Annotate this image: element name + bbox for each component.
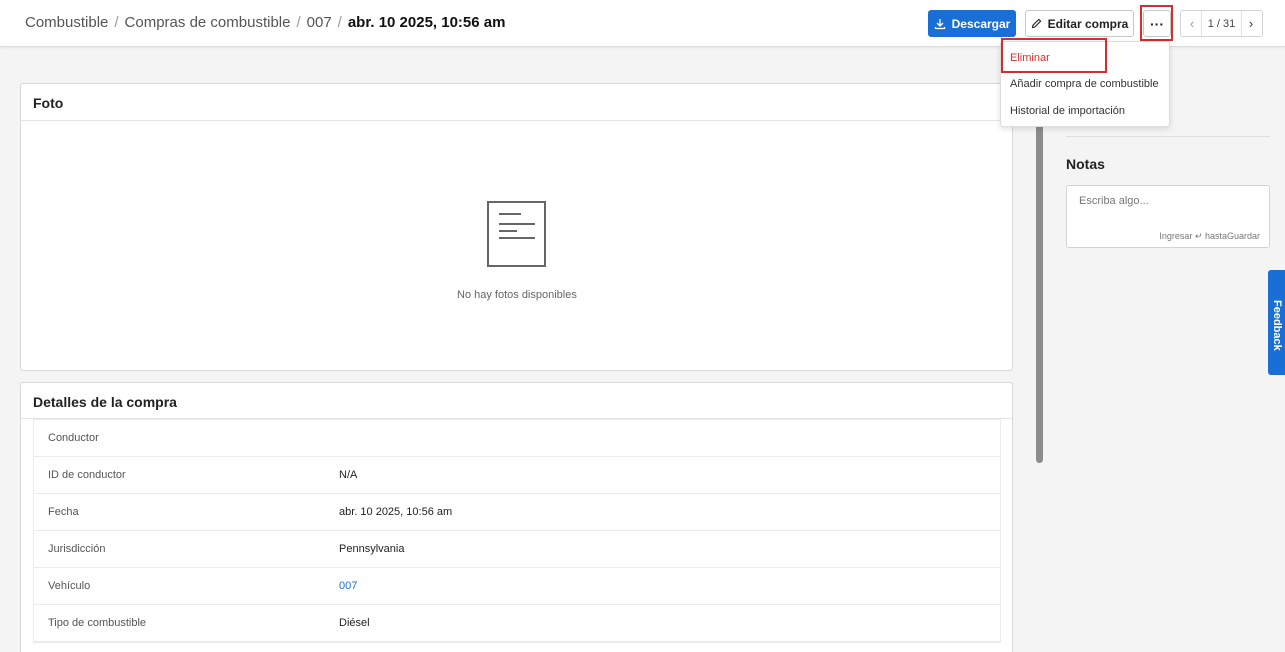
pagination: ‹ 1 / 31 › (1180, 10, 1263, 37)
menu-item-import-history[interactable]: Historial de importación (1010, 105, 1125, 117)
details-table: Conductor ID de conductor N/A Fecha abr.… (33, 419, 1001, 643)
record-count: 1 / 31 (1200, 11, 1243, 36)
detail-value: abr. 10 2025, 10:56 am (339, 506, 453, 518)
detail-row-jurisdiction: Jurisdicción Pennsylvania (34, 531, 1000, 568)
detail-row-vehicle: Vehículo 007 (34, 568, 1000, 605)
detail-label: Tipo de combustible (48, 617, 147, 629)
no-photos-text: No hay fotos disponibles (457, 289, 577, 301)
notes-save-hint: Ingresar ↵ hastaGuardar (1159, 231, 1260, 241)
vehicle-link[interactable]: 007 (339, 580, 357, 592)
detail-label: Vehículo (48, 580, 91, 592)
breadcrumb-combustible[interactable]: Combustible (25, 14, 108, 31)
detail-row-driver: Conductor (34, 420, 1000, 457)
pencil-icon (1031, 18, 1042, 29)
detail-row-fuel-type: Tipo de combustible Diésel (34, 605, 1000, 642)
breadcrumb-vehicle[interactable]: 007 (307, 14, 332, 31)
photo-card: Foto No hay fotos disponibles (20, 83, 1013, 371)
divider (21, 120, 1012, 121)
download-label: Descargar (951, 16, 1011, 31)
edit-purchase-label: Editar compra (1047, 16, 1129, 31)
edit-purchase-button[interactable]: Editar compra (1025, 10, 1134, 37)
detail-value: Diésel (339, 617, 370, 629)
menu-item-add-fuel-purchase[interactable]: Añadir compra de combustible (1010, 78, 1159, 90)
photo-card-title: Foto (33, 95, 64, 111)
more-options-button[interactable]: ··· (1143, 10, 1171, 37)
breadcrumb-separator: / (296, 14, 301, 31)
notes-input[interactable] (1067, 186, 1269, 230)
page-title: abr. 10 2025, 10:56 am (347, 14, 506, 31)
breadcrumb-separator: / (114, 14, 119, 31)
detail-value: N/A (339, 469, 358, 481)
breadcrumb: Combustible / Compras de combustible / 007 / a… (25, 14, 505, 31)
purchase-details-title: Detalles de la compra (33, 394, 177, 410)
detail-label: Fecha (48, 506, 79, 518)
previous-record-button[interactable]: ‹ (1185, 16, 1199, 31)
breadcrumb-compras[interactable]: Compras de combustible (125, 14, 291, 31)
scrollbar-thumb[interactable] (1036, 100, 1043, 463)
detail-label: Conductor (48, 432, 99, 444)
menu-item-delete[interactable]: Eliminar (1010, 52, 1050, 64)
detail-row-date: Fecha abr. 10 2025, 10:56 am (34, 494, 1000, 531)
top-bar: Combustible / Compras de combustible / 007 / a… (0, 0, 1285, 47)
detail-label: ID de conductor (48, 469, 126, 481)
purchase-details-card: Detalles de la compra Conductor ID de co… (20, 382, 1013, 652)
detail-label: Jurisdicción (48, 543, 106, 555)
divider (1066, 136, 1270, 137)
download-button[interactable]: Descargar (928, 10, 1016, 37)
feedback-tab[interactable]: Feedback (1268, 270, 1285, 375)
document-icon (487, 201, 547, 273)
next-record-button[interactable]: › (1244, 16, 1258, 31)
feedback-label: Feedback (1271, 300, 1283, 351)
breadcrumb-separator: / (337, 14, 342, 31)
notes-title: Notas (1066, 156, 1105, 172)
more-options-menu: Eliminar Añadir compra de combustible Hi… (1000, 41, 1170, 127)
notes-box: Ingresar ↵ hastaGuardar (1066, 185, 1270, 248)
download-icon (934, 18, 946, 30)
detail-row-driver-id: ID de conductor N/A (34, 457, 1000, 494)
detail-value: Pennsylvania (339, 543, 405, 555)
